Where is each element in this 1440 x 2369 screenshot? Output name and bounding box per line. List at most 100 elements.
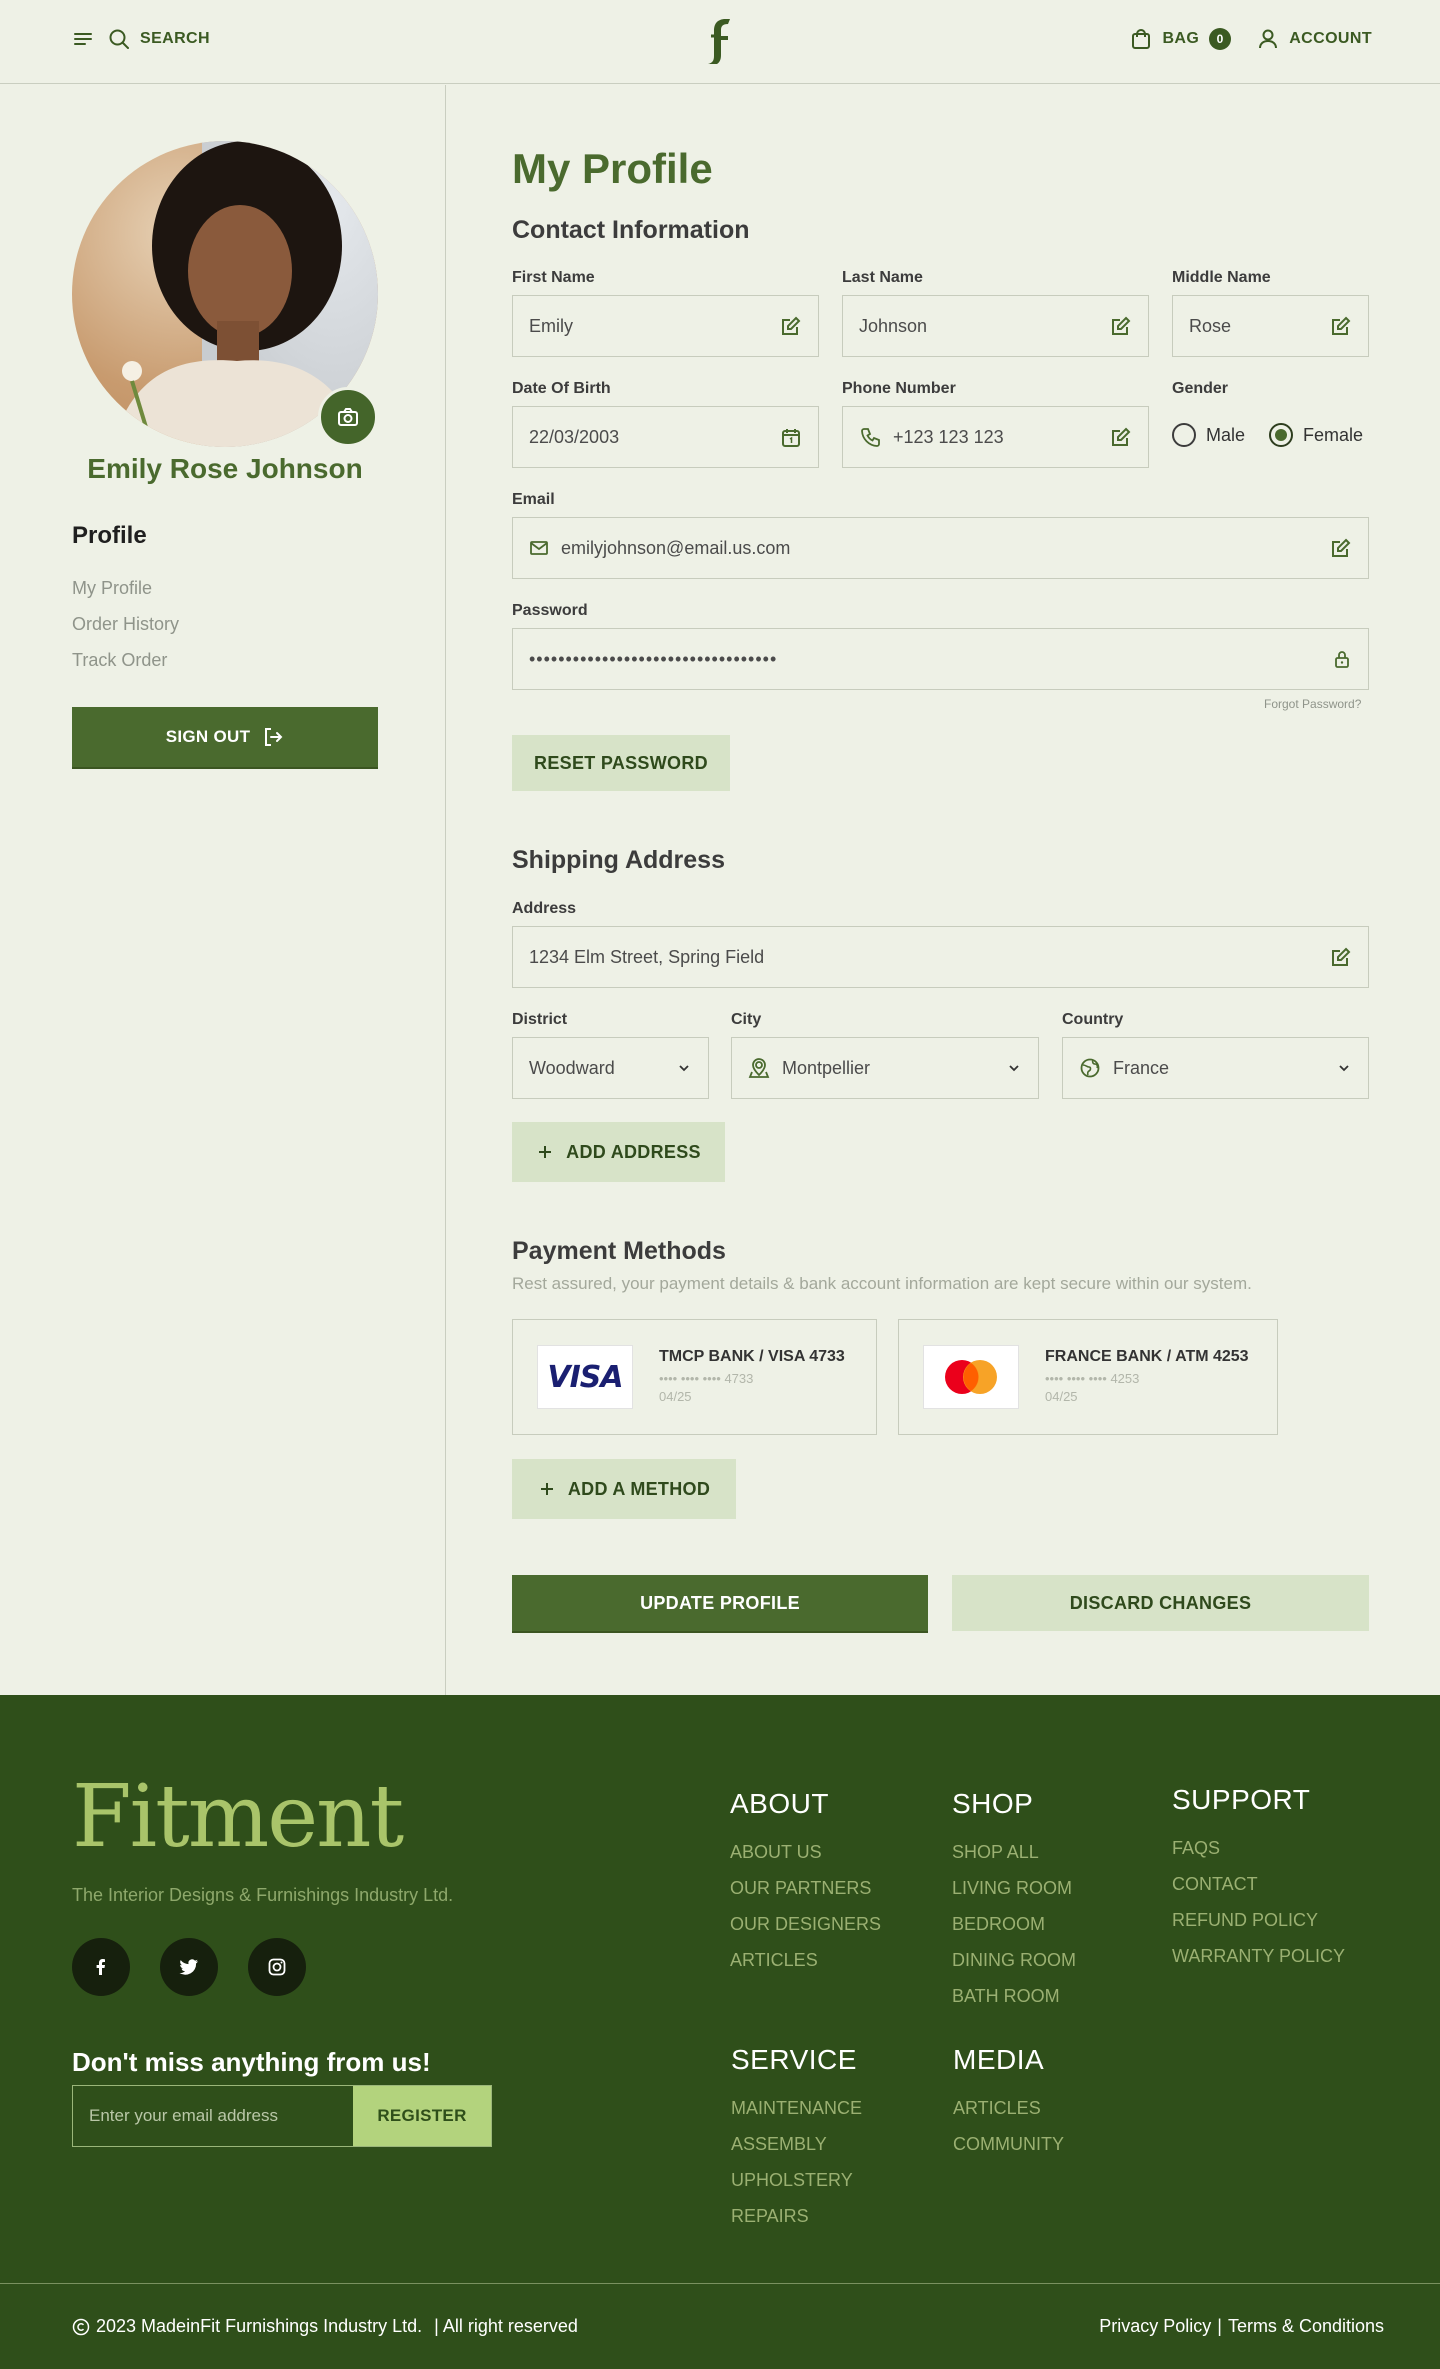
password-field[interactable]: ••••••••••••••••••••••••••••••••••: [512, 628, 1369, 690]
gender-option-male[interactable]: Male: [1172, 423, 1245, 447]
mastercard-logo-icon: [923, 1345, 1019, 1409]
facebook-icon[interactable]: [72, 1938, 130, 1996]
footer-link[interactable]: OUR DESIGNERS: [730, 1906, 881, 1942]
footer-link[interactable]: ARTICLES: [953, 2090, 1064, 2126]
footer-link[interactable]: WARRANTY POLICY: [1172, 1938, 1345, 1974]
edit-icon[interactable]: [1330, 946, 1352, 968]
radio-button[interactable]: [1172, 423, 1196, 447]
reset-password-button[interactable]: RESET PASSWORD: [512, 735, 730, 791]
footer-link[interactable]: LIVING ROOM: [952, 1870, 1076, 1906]
copyright: 2023 MadeinFit Furnishings Industry Ltd.…: [72, 2316, 578, 2337]
address-field[interactable]: 1234 Elm Street, Spring Field: [512, 926, 1369, 988]
payment-card-visa[interactable]: VISA TMCP BANK / VISA 4733 •••• •••• •••…: [512, 1319, 877, 1435]
footer-link[interactable]: REPAIRS: [731, 2198, 862, 2234]
footer-link[interactable]: ARTICLES: [730, 1942, 881, 1978]
middle-name-field[interactable]: Rose: [1172, 295, 1369, 357]
sidebar-item-track-order[interactable]: Track Order: [72, 649, 179, 671]
update-profile-button[interactable]: UPDATE PROFILE: [512, 1575, 928, 1631]
sign-out-button[interactable]: SIGN OUT: [72, 707, 378, 767]
footer-brand-logo[interactable]: Fitment: [72, 1767, 404, 1867]
footer-link[interactable]: UPHOLSTERY: [731, 2162, 862, 2198]
footer-column-title: ABOUT: [730, 1788, 829, 1819]
footer-link[interactable]: SHOP ALL: [952, 1834, 1076, 1870]
sidebar-item-order-history[interactable]: Order History: [72, 613, 179, 635]
copyright-text: 2023 MadeinFit Furnishings Industry Ltd.: [96, 2316, 423, 2336]
footer-link[interactable]: BATH ROOM: [952, 1978, 1076, 2014]
country-select[interactable]: France: [1062, 1037, 1369, 1099]
newsletter-form: REGISTER: [72, 2085, 492, 2147]
district-value: Woodward: [529, 1057, 615, 1078]
card-title: FRANCE BANK / ATM 4253: [1045, 1348, 1249, 1365]
address-label: Address: [512, 900, 577, 917]
dob-field[interactable]: 22/03/2003: [512, 406, 819, 468]
plus-icon: [538, 1480, 556, 1498]
legal-links: Privacy Policy | Terms & Conditions: [1099, 2316, 1384, 2337]
footer-link[interactable]: ASSEMBLY: [731, 2126, 862, 2162]
terms-link[interactable]: Terms & Conditions: [1228, 2316, 1384, 2337]
twitter-icon[interactable]: [160, 1938, 218, 1996]
payment-card-mastercard[interactable]: FRANCE BANK / ATM 4253 •••• •••• •••• 42…: [898, 1319, 1278, 1435]
phone-field[interactable]: +123 123 123: [842, 406, 1149, 468]
country-label: Country: [1062, 1011, 1124, 1028]
radio-button-selected[interactable]: [1269, 423, 1294, 447]
add-payment-method-button[interactable]: ADD A METHOD: [512, 1459, 736, 1519]
district-select[interactable]: Woodward: [512, 1037, 709, 1099]
middle-name-value: Rose: [1189, 315, 1232, 336]
edit-icon[interactable]: [1330, 537, 1352, 559]
email-field[interactable]: emilyjohnson@email.us.com: [512, 517, 1369, 579]
add-address-button[interactable]: ADD ADDRESS: [512, 1122, 725, 1182]
first-name-field[interactable]: Emily: [512, 295, 819, 357]
logout-icon: [262, 726, 284, 748]
forgot-password-link[interactable]: Forgot Password?: [1264, 697, 1361, 711]
footer-column-title: SHOP: [952, 1788, 1034, 1819]
edit-icon[interactable]: [1110, 426, 1132, 448]
header-search-button[interactable]: SEARCH: [108, 28, 210, 50]
menu-icon[interactable]: [72, 28, 94, 50]
site-logo-mark[interactable]: [704, 16, 734, 66]
footer-link[interactable]: COMMUNITY: [953, 2126, 1064, 2162]
instagram-icon[interactable]: [248, 1938, 306, 1996]
sidebar-item-my-profile[interactable]: My Profile: [72, 577, 179, 599]
district-label: District: [512, 1011, 568, 1028]
edit-icon[interactable]: [1110, 315, 1132, 337]
gender-option-label: Female: [1303, 424, 1364, 445]
footer-link[interactable]: REFUND POLICY: [1172, 1902, 1345, 1938]
account-button[interactable]: ACCOUNT: [1257, 28, 1372, 50]
bag-icon: [1130, 28, 1152, 50]
footer-link[interactable]: OUR PARTNERS: [730, 1870, 881, 1906]
footer-link[interactable]: BEDROOM: [952, 1906, 1076, 1942]
city-select[interactable]: Montpellier: [731, 1037, 1039, 1099]
mail-icon: [529, 538, 549, 558]
footer-link[interactable]: MAINTENANCE: [731, 2090, 862, 2126]
footer-column-about: ABOUT ABOUT US OUR PARTNERS OUR DESIGNER…: [730, 1788, 881, 1978]
add-method-label: ADD A METHOD: [567, 1478, 711, 1499]
payment-section-title: Payment Methods: [512, 1237, 726, 1265]
city-value: Montpellier: [782, 1057, 871, 1078]
footer-link[interactable]: CONTACT: [1172, 1866, 1345, 1902]
newsletter-email-input[interactable]: [73, 2086, 353, 2146]
calendar-icon[interactable]: [780, 426, 802, 448]
footer-link[interactable]: DINING ROOM: [952, 1942, 1076, 1978]
gender-radio-group: Male Female: [1172, 423, 1363, 447]
edit-icon[interactable]: [780, 315, 802, 337]
footer-column-media: MEDIA ARTICLES COMMUNITY: [953, 2044, 1064, 2162]
bag-button[interactable]: BAG 0: [1130, 28, 1232, 50]
footer-link[interactable]: ABOUT US: [730, 1834, 881, 1870]
card-title: TMCP BANK / VISA 4733: [659, 1348, 845, 1365]
footer-column-support: SUPPORT FAQS CONTACT REFUND POLICY WARRA…: [1172, 1784, 1345, 1974]
card-number: •••• •••• •••• 4253: [1045, 1371, 1140, 1386]
header-left: SEARCH: [72, 28, 210, 50]
address-value: 1234 Elm Street, Spring Field: [529, 946, 765, 967]
last-name-field[interactable]: Johnson: [842, 295, 1149, 357]
register-button[interactable]: REGISTER: [353, 2086, 491, 2146]
footer-column-shop: SHOP SHOP ALL LIVING ROOM BEDROOM DINING…: [952, 1788, 1076, 2014]
change-photo-button[interactable]: [318, 387, 378, 447]
chevron-down-icon: [1006, 1060, 1022, 1076]
privacy-policy-link[interactable]: Privacy Policy: [1099, 2316, 1211, 2337]
gender-option-female[interactable]: Female: [1269, 423, 1363, 447]
edit-icon[interactable]: [1330, 315, 1352, 337]
profile-sidebar: Emily Rose Johnson Profile My Profile Or…: [0, 85, 446, 1695]
city-label: City: [731, 1011, 762, 1028]
footer-link[interactable]: FAQS: [1172, 1830, 1345, 1866]
discard-changes-button[interactable]: DISCARD CHANGES: [952, 1575, 1369, 1631]
